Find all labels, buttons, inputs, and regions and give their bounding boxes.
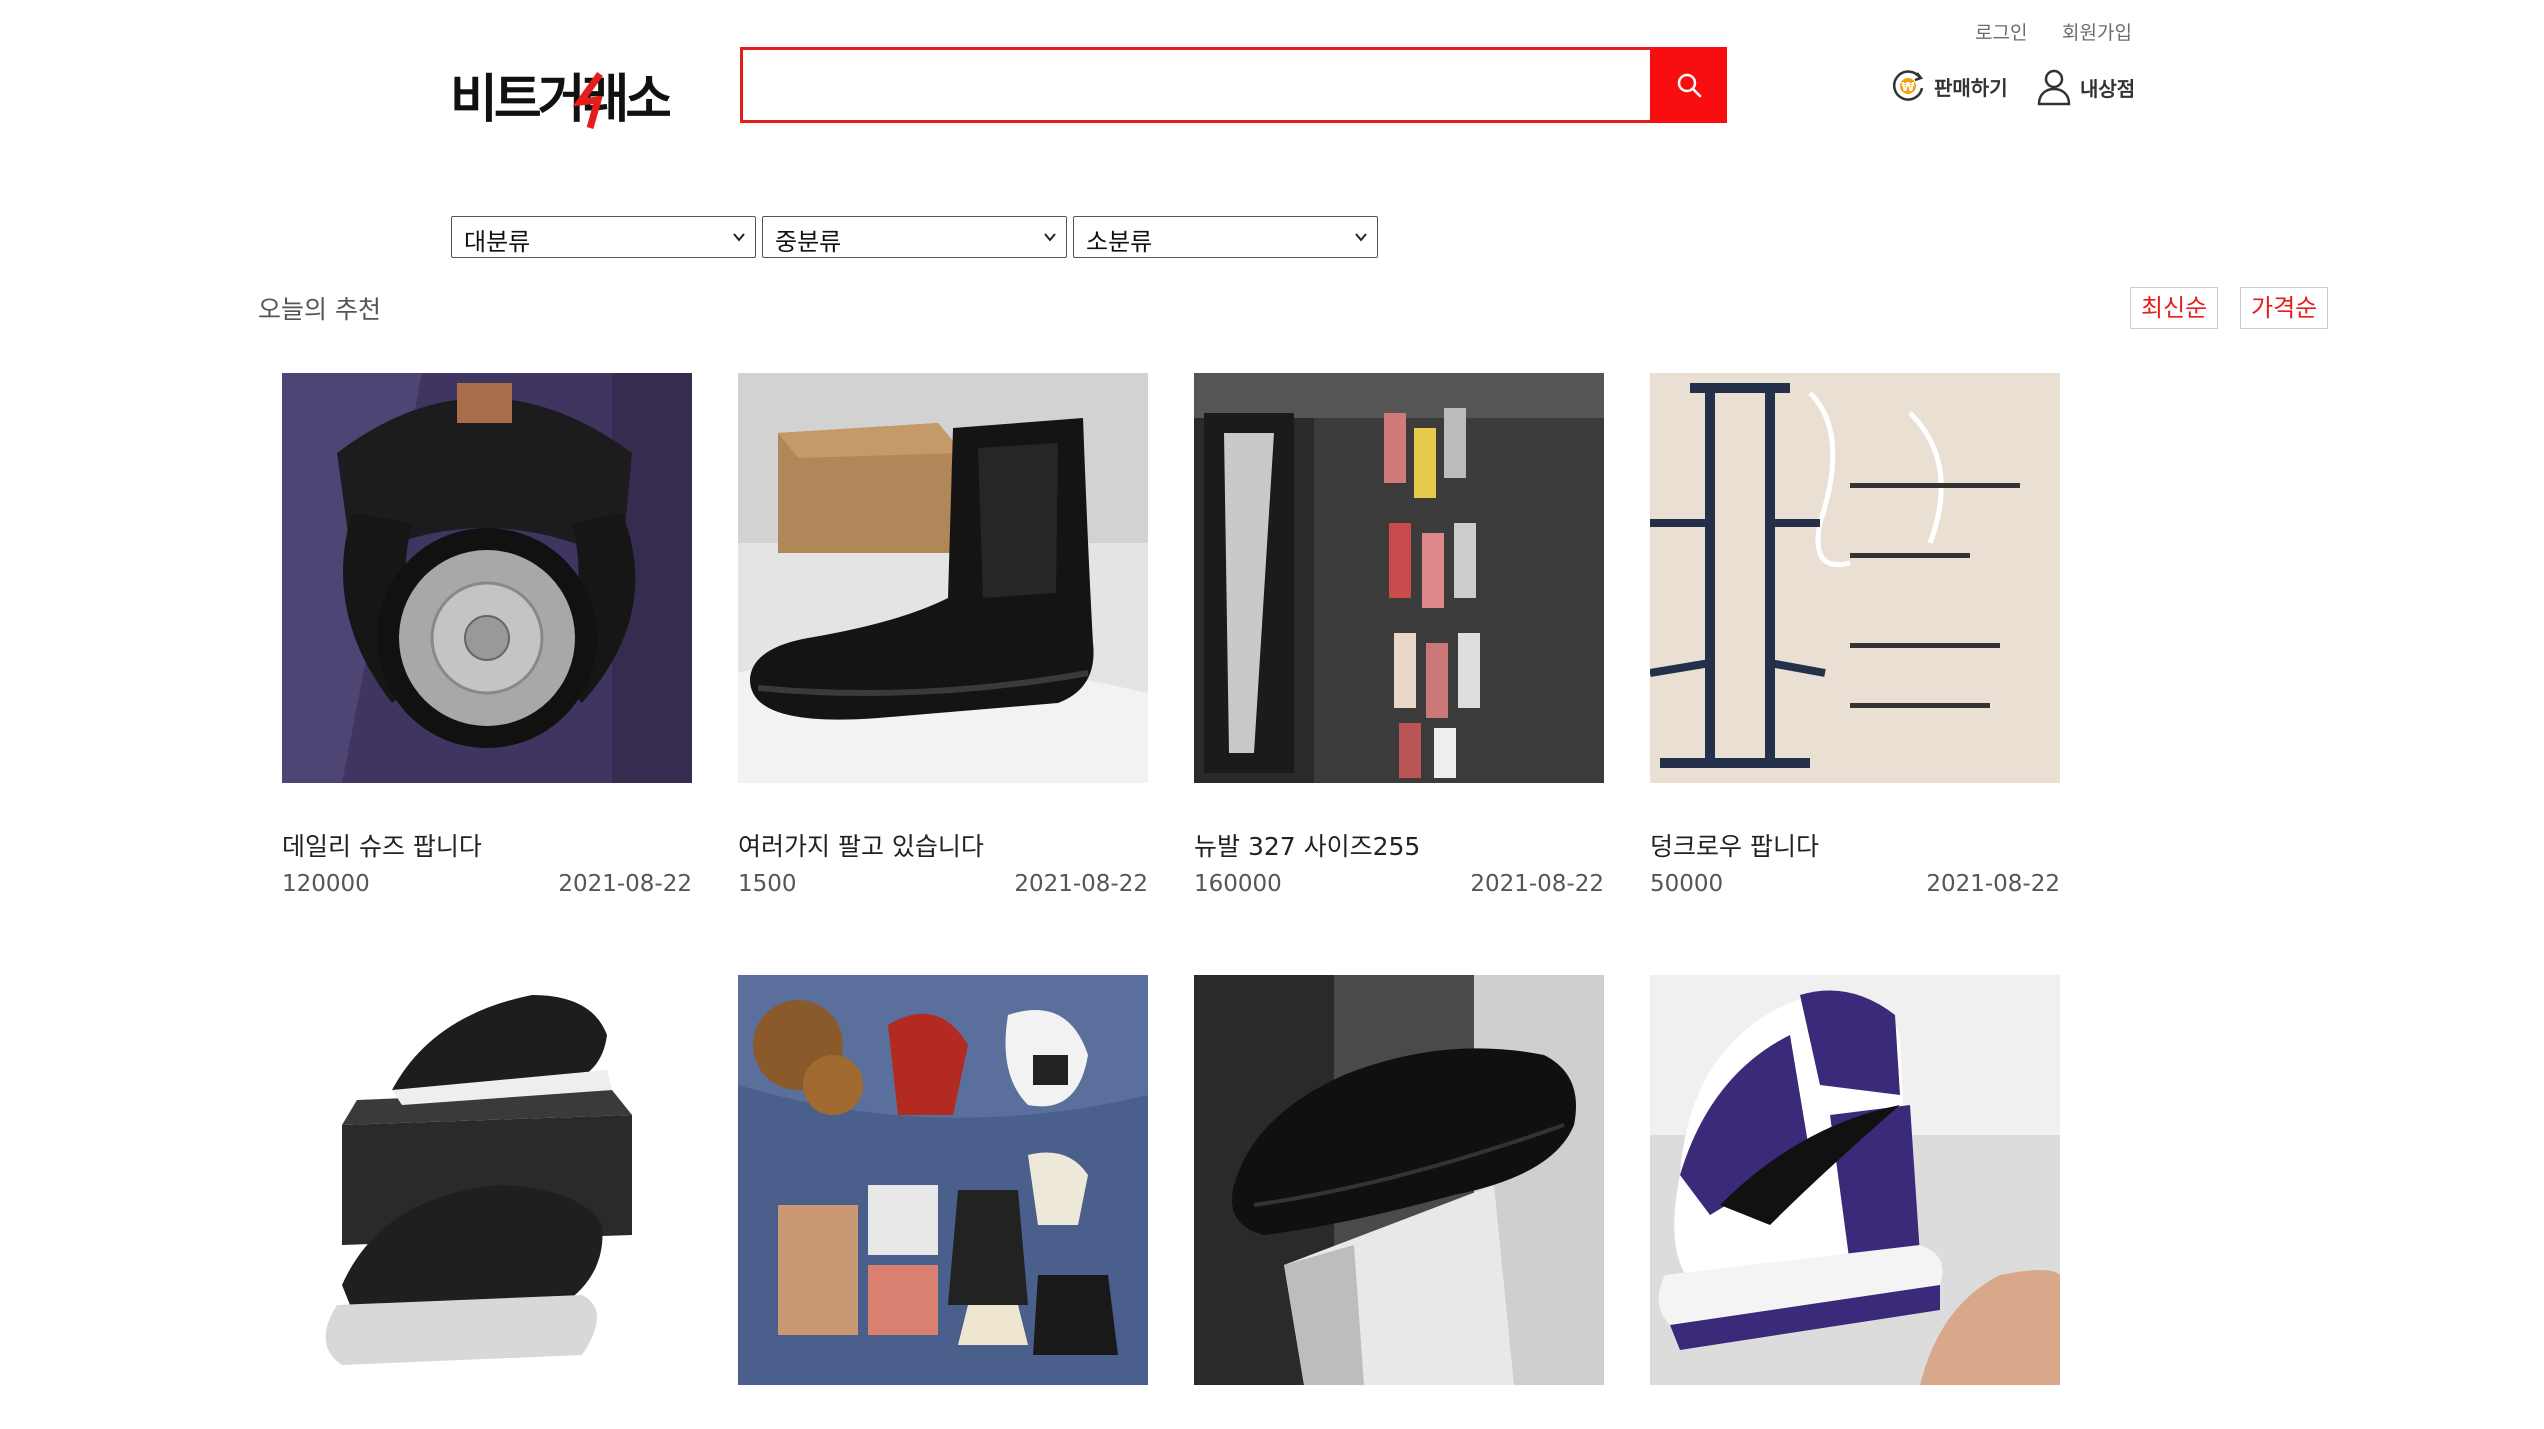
product-title: 덩크로우 팝니다 [1650,832,1819,861]
sort-latest-button[interactable]: 최신순 [2130,287,2219,329]
site-logo[interactable]: 비트거래소 [450,62,676,132]
sell-label: 판매하기 [1934,75,2008,100]
svg-text:₩: ₩ [1901,80,1915,94]
pullup-bar-photo [1650,373,2060,783]
product-title: 데일리 슈즈 팝니다 [282,832,482,861]
product-card[interactable]: 여러가지 팔고 있습니다 1500 2021-08-22 [738,373,1148,897]
product-card[interactable]: 뉴발 327 사이즈255 160000 2021-08-22 [1194,373,1604,897]
product-date: 2021-08-22 [1014,871,1148,897]
chevron-down-icon [1044,233,1056,242]
section-title: 오늘의 추천 [258,295,381,324]
product-card[interactable] [282,975,692,1429]
jordan-sneaker-photo [1650,975,2060,1385]
category-medium-value: 중분류 [775,228,842,256]
product-card[interactable] [1194,975,1604,1429]
category-small-select[interactable]: 소분류 [1073,216,1378,258]
product-price: 1500 [738,871,797,897]
search-input[interactable] [740,47,1652,123]
product-price: 50000 [1650,871,1724,897]
my-store-button[interactable]: 내상점 [2036,68,2135,106]
watch-photo [282,373,692,783]
product-card[interactable]: 덩크로우 팝니다 50000 2021-08-22 [1650,373,2060,897]
signup-link[interactable]: 회원가입 [2062,18,2132,45]
product-card[interactable] [738,975,1148,1429]
product-title: 여러가지 팔고 있습니다 [738,832,984,861]
doll-clothes-photo [738,975,1148,1385]
product-card[interactable]: 데일리 슈즈 팝니다 120000 2021-08-22 [282,373,692,897]
sneaker-box-photo [282,975,692,1385]
category-large-select[interactable]: 대분류 [451,216,756,258]
search-button[interactable] [1650,47,1727,123]
user-icon [2037,69,2071,106]
product-price: 160000 [1194,871,1282,897]
search-bar [740,47,1727,123]
album-photo [1194,373,1604,783]
product-title: 뉴발 327 사이즈255 [1194,832,1421,861]
logo-text: 비트거래소 [450,70,670,130]
product-price: 120000 [282,871,370,897]
search-icon [1677,73,1701,98]
chevron-down-icon [1355,233,1367,242]
chelsea-boot-photo [738,373,1148,783]
product-card[interactable] [1650,975,2060,1429]
product-date: 2021-08-22 [1926,871,2060,897]
category-large-value: 대분류 [464,228,531,256]
sort-price-button[interactable]: 가격순 [2240,287,2329,329]
dress-shoe-photo [1194,975,1604,1385]
my-store-label: 내상점 [2080,76,2136,101]
category-medium-select[interactable]: 중분류 [762,216,1067,258]
coin-icon: ₩ [1893,70,1924,101]
sell-button[interactable]: ₩ 판매하기 [1890,68,2008,104]
login-link[interactable]: 로그인 [1975,18,2027,45]
chevron-down-icon [733,233,745,242]
category-small-value: 소분류 [1086,228,1153,256]
product-date: 2021-08-22 [1470,871,1604,897]
product-date: 2021-08-22 [558,871,692,897]
